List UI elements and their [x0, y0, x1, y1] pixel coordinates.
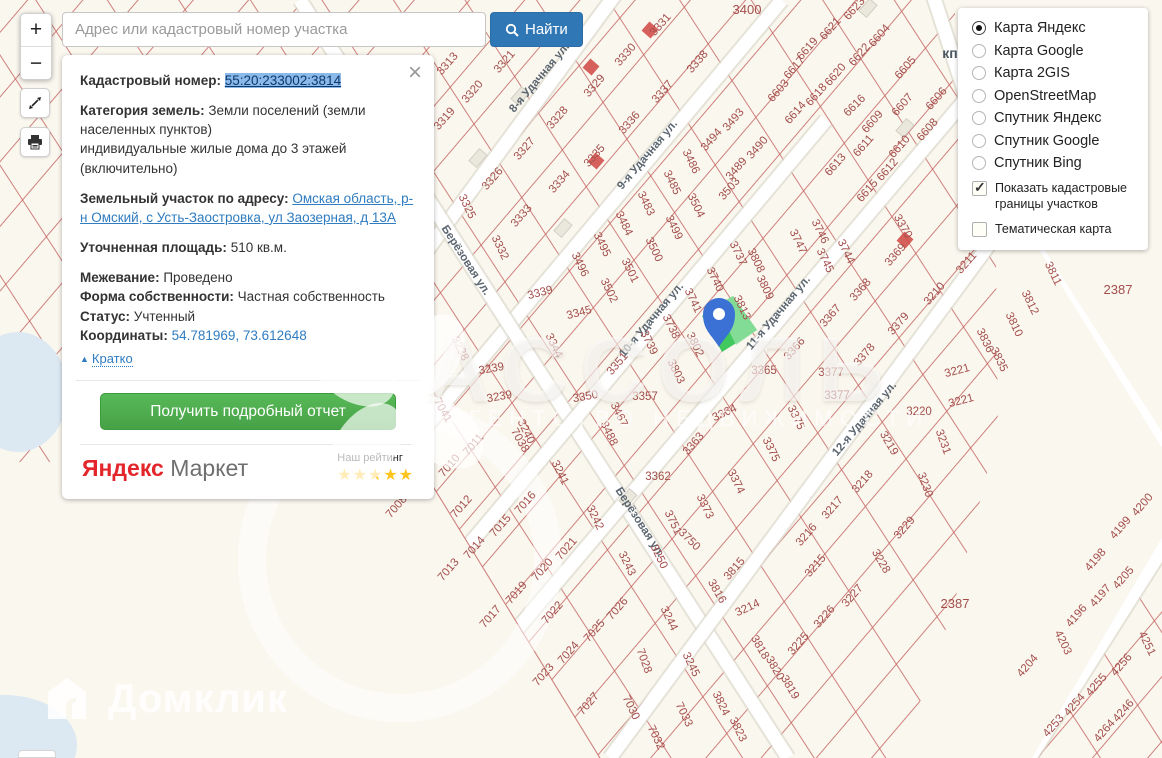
coordinates-value: 54.781969, 73.612648: [171, 327, 307, 343]
print-button[interactable]: [20, 127, 50, 157]
parcel-number: 3365: [751, 365, 777, 377]
layers-panel: Карта Яндекс Карта Google Карта 2GIS Ope…: [958, 8, 1148, 250]
collapse-triangle-icon: ▲: [80, 353, 89, 364]
surveying-row: Межевание: Проведено: [80, 268, 416, 287]
status-label: Статус:: [80, 308, 130, 324]
cadastral-number-value[interactable]: 55:20:233002:3814: [224, 73, 342, 88]
layer-option-2gis-map[interactable]: Карта 2GIS: [972, 65, 1136, 81]
surveying-value: Проведено: [163, 270, 233, 286]
divider: [76, 380, 420, 382]
checkbox-checked-icon[interactable]: [972, 179, 987, 197]
area-label: Уточненная площадь:: [80, 240, 227, 256]
category-row: Категория земель: Земли поселений (земли…: [80, 101, 416, 178]
radio-icon[interactable]: [972, 21, 986, 35]
checkbox-icon[interactable]: [972, 222, 987, 238]
parcel-number: 3220: [906, 406, 932, 418]
area-label: 3400: [733, 2, 762, 17]
radio-icon[interactable]: [972, 133, 986, 148]
layer-option-yandex-map[interactable]: Карта Яндекс: [972, 20, 1136, 36]
status-value: Учтенный: [133, 308, 196, 324]
radio-icon[interactable]: [972, 88, 986, 103]
printer-icon: [28, 134, 42, 149]
search-icon: [505, 23, 519, 37]
parcel-number: 3377: [824, 390, 850, 402]
address-row: Земельный участок по адресу: Омская обла…: [80, 189, 416, 227]
area-row: Уточненная площадь: 510 кв.м.: [80, 238, 416, 257]
rating-stars[interactable]: ★★★★★: [337, 467, 414, 485]
toggle-thematic-map[interactable]: Тематическая карта: [972, 222, 1136, 238]
coordinates-label: Координаты:: [80, 327, 168, 343]
layer-option-yandex-satellite[interactable]: Спутник Яндекс: [972, 110, 1136, 126]
cadastral-number-label: Кадастровый номер:: [80, 73, 221, 88]
radio-icon[interactable]: [972, 43, 986, 58]
zoom-in-button[interactable]: +: [21, 14, 51, 47]
category-label: Категория земель:: [80, 103, 205, 119]
brief-row: ▲ Кратко: [80, 349, 416, 368]
brief-toggle-link[interactable]: Кратко: [91, 350, 133, 367]
yandex-brand: Яндекс: [82, 454, 164, 481]
layer-option-bing-satellite[interactable]: Спутник Bing: [972, 155, 1136, 171]
coordinates-row: Координаты: 54.781969, 73.612648: [80, 326, 416, 345]
toggle-cadastral-borders[interactable]: Показать кадастровые границы участков: [972, 179, 1136, 212]
address-label: Земельный участок по адресу:: [80, 190, 289, 206]
market-brand: Маркет: [170, 454, 249, 481]
layer-option-label: Карта Google: [994, 42, 1084, 59]
status-row: Статус: Учтенный: [80, 307, 416, 326]
parcel-info-panel: × Кадастровый номер: 55:20:233002:3814 К…: [62, 55, 434, 499]
surveying-label: Межевание:: [80, 270, 160, 286]
yandex-market-logo[interactable]: Яндекс Маркет: [82, 452, 248, 485]
radio-icon[interactable]: [972, 111, 986, 125]
radio-icon[interactable]: [972, 66, 986, 80]
layer-option-label: Карта Яндекс: [994, 20, 1086, 36]
layer-option-google-satellite[interactable]: Спутник Google: [972, 133, 1136, 149]
area-label: 2387: [1104, 282, 1133, 297]
cadastral-number-row: Кадастровый номер: 55:20:233002:3814: [80, 71, 416, 90]
layer-option-label: Спутник Яндекс: [994, 110, 1102, 126]
search-button[interactable]: Найти: [490, 12, 583, 47]
area-value: 510 кв.м.: [230, 240, 287, 256]
layer-option-label: Спутник Google: [994, 132, 1100, 149]
radio-icon[interactable]: [972, 156, 986, 170]
checkbox-label: Тематическая карта: [995, 222, 1112, 237]
rating-label: Наш рейтинг: [337, 452, 403, 465]
category-extra: индивидуальные жилые дома до 3 этажей: [80, 141, 347, 157]
ownership-value: Частная собственность: [237, 289, 385, 305]
detailed-report-button[interactable]: Получить подробный отчет: [100, 393, 396, 431]
area-label: 2387: [941, 596, 970, 611]
category-extra2: (включительно): [80, 160, 178, 176]
layer-option-openstreetmap[interactable]: OpenStreetMap: [972, 88, 1136, 104]
checkbox-label: Показать кадастровые границы участков: [995, 181, 1128, 211]
fullscreen-button[interactable]: [20, 88, 50, 118]
expand-arrows-icon: [29, 97, 41, 109]
search-button-label: Найти: [525, 21, 568, 38]
zoom-control[interactable]: + −: [20, 13, 52, 80]
yandex-market-row: Яндекс Маркет Наш рейтинг ★★★★★: [80, 444, 416, 486]
close-icon[interactable]: ×: [408, 61, 422, 85]
layer-option-label: OpenStreetMap: [994, 87, 1097, 104]
rating-block: Наш рейтинг ★★★★★: [337, 451, 414, 484]
layer-option-google-map[interactable]: Карта Google: [972, 43, 1136, 59]
parcel-number: 3362: [645, 471, 671, 483]
search-input[interactable]: [62, 12, 486, 47]
area-label: кп: [942, 45, 957, 61]
layer-option-label: Карта 2GIS: [994, 65, 1070, 81]
zoom-out-button[interactable]: −: [21, 47, 51, 79]
hidden-control-sliver: [18, 750, 56, 758]
parcel-number: 3357: [632, 391, 658, 403]
ownership-label: Форма собственности:: [80, 289, 234, 305]
layer-option-label: Спутник Bing: [994, 155, 1082, 171]
parcel-number: 3377: [818, 367, 844, 379]
ownership-row: Форма собственности: Частная собственнос…: [80, 287, 416, 306]
